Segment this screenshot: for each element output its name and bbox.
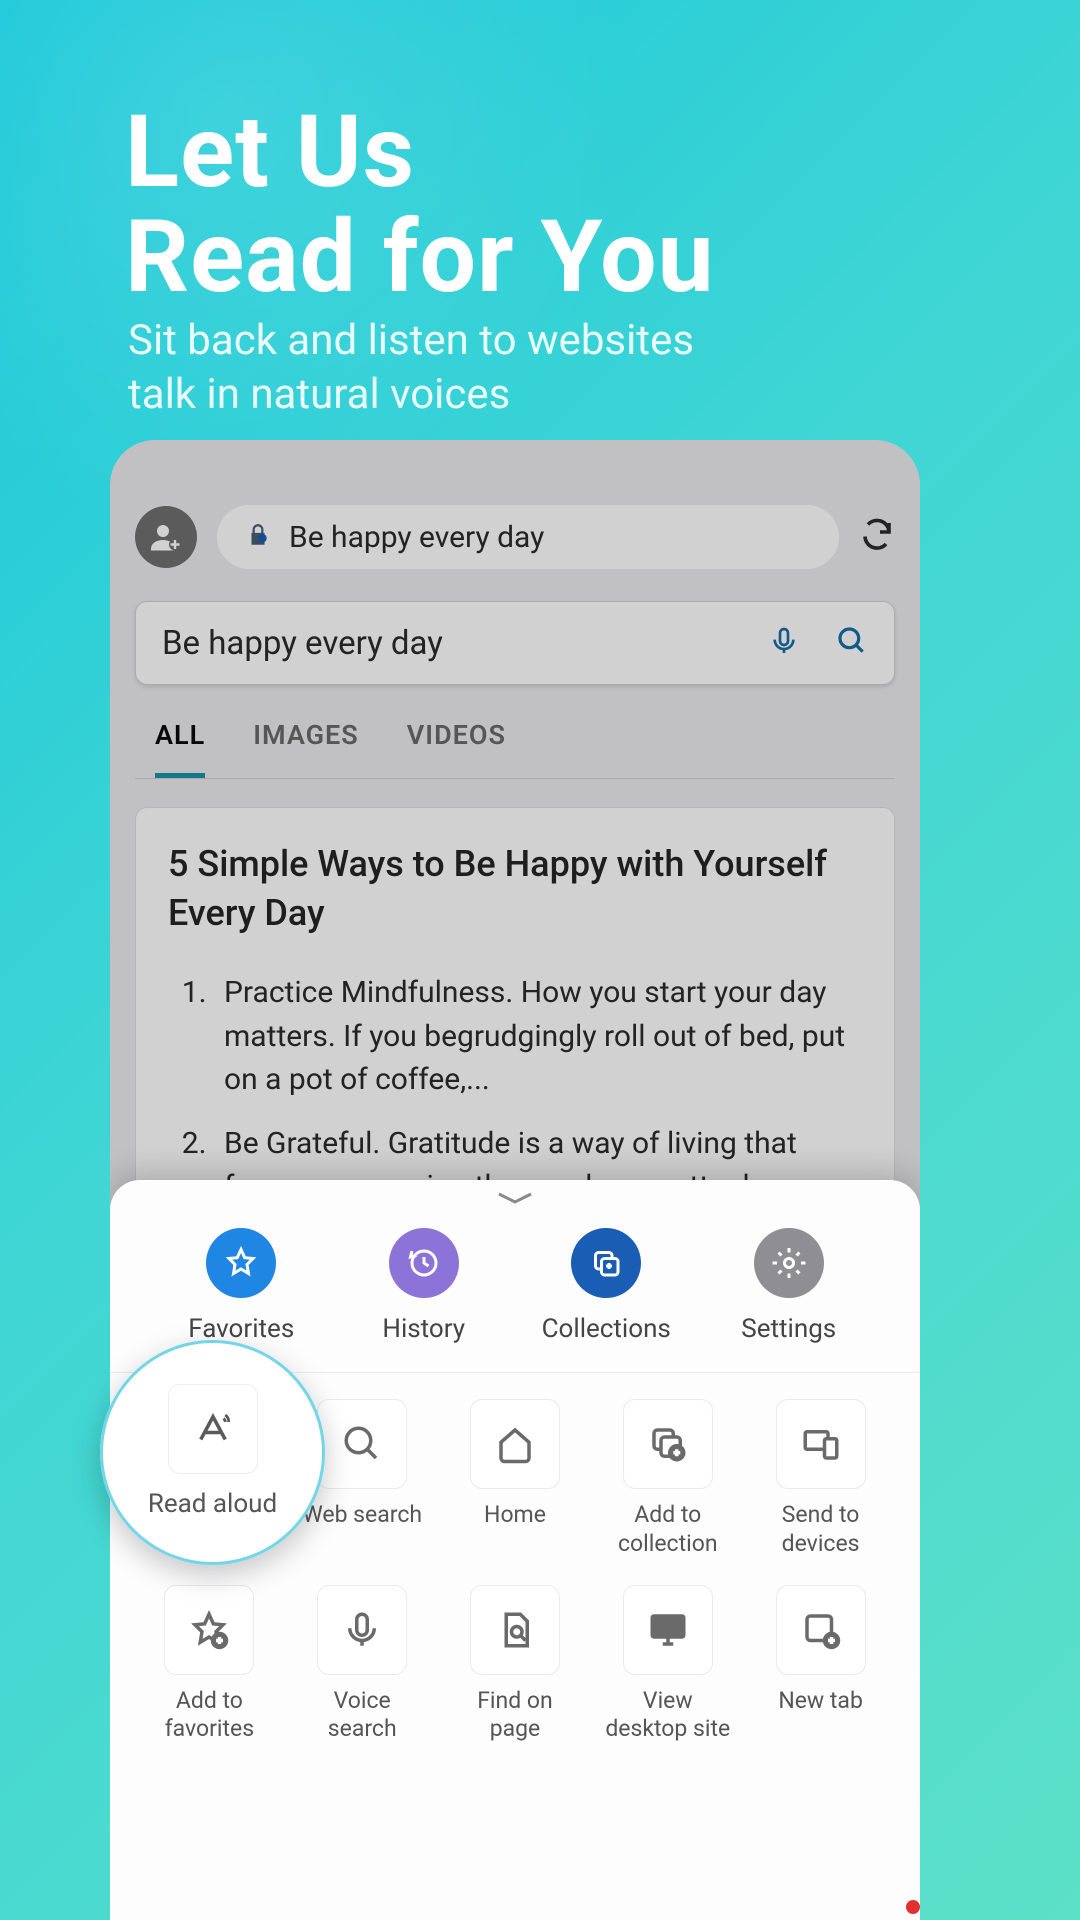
add-collection-icon [647,1423,689,1465]
add-collection-action[interactable]: Add to collection [598,1399,737,1559]
devices-icon [800,1423,842,1465]
lock-icon [245,522,271,552]
phone-frame: Be happy every day Be happy every day AL… [110,440,920,1920]
new-tab-label: New tab [778,1687,863,1716]
home-label: Home [484,1501,546,1530]
add-favorites-label: Add to favorites [144,1687,274,1745]
chevron-down-icon [493,1188,537,1208]
gear-icon [771,1245,807,1281]
view-desktop-label: View desktop site [603,1687,733,1745]
voice-input-button[interactable] [768,625,800,661]
favorites-button[interactable]: Favorites [166,1228,316,1344]
promo-title-line1: Let Us [125,94,415,211]
tab-all[interactable]: ALL [155,719,205,778]
history-icon [406,1245,442,1281]
settings-button[interactable]: Settings [714,1228,864,1344]
person-add-icon [148,519,184,555]
microphone-icon [768,625,800,657]
result-item-1: Practice Mindfulness. How you start your… [214,971,862,1102]
new-tab-icon [800,1609,842,1651]
home-action[interactable]: Home [446,1399,585,1559]
browser-topbar: Be happy every day [135,505,895,569]
send-devices-label: Send to devices [756,1501,886,1559]
result-list: Practice Mindfulness. How you start your… [168,971,862,1209]
history-button[interactable]: History [349,1228,499,1344]
search-text: Be happy every day [162,624,768,663]
view-desktop-action[interactable]: View desktop site [598,1585,737,1745]
refresh-button[interactable] [859,517,895,557]
desktop-icon [647,1609,689,1651]
promo-sub-line2: talk in natural voices [128,370,510,419]
star-icon [223,1245,259,1281]
notification-dot [906,1900,920,1914]
refresh-icon [859,517,895,553]
history-label: History [382,1314,465,1344]
read-aloud-icon [192,1408,234,1450]
voice-search-label: Voice search [297,1687,427,1745]
web-search-label: Web search [302,1501,422,1530]
drag-handle[interactable] [493,1188,537,1212]
find-page-action[interactable]: Find on page [446,1585,585,1745]
home-icon [494,1423,536,1465]
find-page-icon [494,1609,536,1651]
tab-images[interactable]: IMAGES [253,719,359,778]
search-icon [836,625,868,657]
add-favorites-action[interactable]: Add to favorites [140,1585,279,1745]
collections-button[interactable]: Collections [531,1228,681,1344]
send-devices-action[interactable]: Send to devices [751,1399,890,1559]
voice-search-action[interactable]: Voice search [293,1585,432,1745]
read-aloud-icon-box [168,1384,258,1474]
url-text: Be happy every day [289,520,544,555]
microphone-icon [341,1609,383,1651]
read-aloud-highlight[interactable]: Read aloud [100,1340,325,1565]
new-tab-action[interactable]: New tab [751,1585,890,1745]
search-tabs: ALL IMAGES VIDEOS [135,685,895,779]
promo-title: Let Us Read for You [125,100,715,310]
url-bar[interactable]: Be happy every day [217,505,839,569]
read-aloud-label: Read aloud [148,1488,277,1521]
settings-label: Settings [741,1314,836,1344]
result-title: 5 Simple Ways to Be Happy with Yourself … [168,840,862,937]
promo-title-line2: Read for You [125,199,715,316]
collections-label: Collections [542,1314,671,1344]
search-icon [341,1423,383,1465]
search-box[interactable]: Be happy every day [135,601,895,685]
star-add-icon [188,1609,230,1651]
promo-sub-line1: Sit back and listen to websites [128,316,694,365]
search-button[interactable] [836,625,868,661]
profile-avatar-button[interactable] [135,506,197,568]
find-page-label: Find on page [450,1687,580,1745]
add-collection-label: Add to collection [603,1501,733,1559]
collections-icon [588,1245,624,1281]
tab-videos[interactable]: VIDEOS [407,719,506,778]
promo-subtitle: Sit back and listen to websites talk in … [128,314,694,422]
